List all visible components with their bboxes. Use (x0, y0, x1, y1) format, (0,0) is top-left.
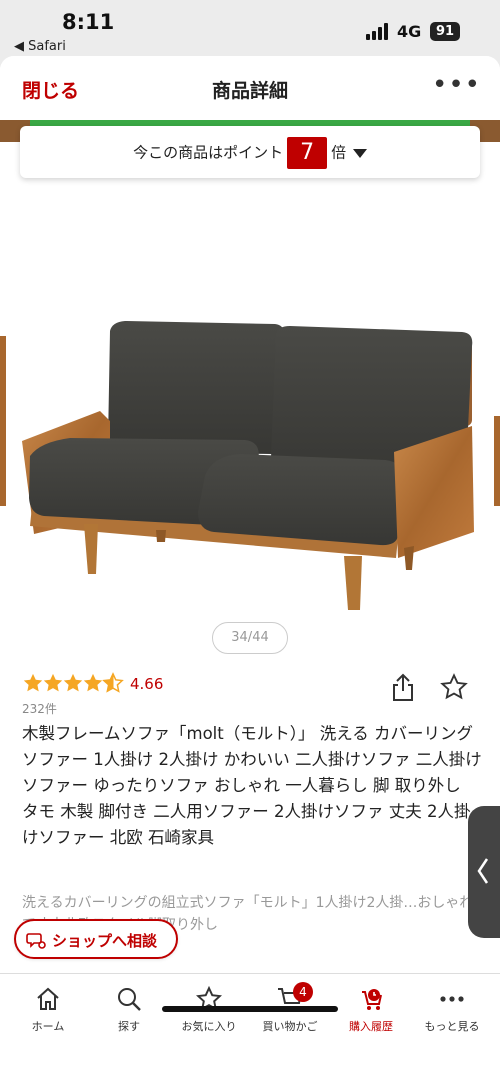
status-bar: 8:11 ◀ Safari 4G 91 (0, 0, 500, 56)
side-drawer-tab[interactable] (468, 806, 500, 938)
point-multiplier-badge: 7 (287, 137, 328, 169)
chat-icon (26, 933, 46, 949)
tab-more[interactable]: もっと見る (411, 982, 493, 1038)
half-star-icon (102, 672, 124, 693)
more-menu-icon[interactable]: ••• (432, 70, 481, 100)
status-time: 8:11 (62, 10, 115, 34)
review-count-link[interactable]: 232件 (22, 700, 57, 717)
tab-search[interactable]: 探す (88, 982, 170, 1038)
bottom-tab-bar: ホーム 探す お気に入り 4 買い物かご 購入履歴 もっと見る (0, 973, 500, 1080)
product-title: 木製フレームソファ「molt（モルト）」 洗える カバーリング ソファー 1人掛… (22, 724, 482, 847)
favorite-star-icon[interactable] (440, 673, 468, 701)
page-title: 商品詳細 (211, 80, 288, 102)
purchase-history-icon (362, 989, 382, 1010)
tab-home[interactable]: ホーム (7, 982, 89, 1038)
shop-consult-button[interactable]: ショップへ相談 (14, 919, 178, 959)
chevron-down-icon (352, 148, 367, 158)
home-icon (37, 987, 59, 1010)
share-icon[interactable] (390, 672, 416, 702)
battery-icon: 91 (430, 22, 460, 41)
star-icon (43, 673, 63, 692)
tab-more-label: もっと見る (424, 1020, 480, 1033)
sofa-illustration (0, 321, 500, 610)
tab-purchase-history[interactable]: 購入履歴 (330, 982, 412, 1038)
point-suffix: 倍 (331, 143, 347, 162)
network-label: 4G (397, 22, 422, 41)
signal-icon (366, 23, 390, 40)
tab-home-label: ホーム (31, 1020, 65, 1033)
nav-bar: 閉じる 商品詳細 ••• (0, 56, 500, 120)
home-indicator (162, 1006, 338, 1012)
back-to-safari-link[interactable]: ◀ Safari (14, 39, 66, 54)
image-pager: 34/44 (212, 622, 288, 654)
rating-value: 4.66 (130, 675, 164, 693)
tab-search-label: 探す (118, 1020, 140, 1033)
point-prefix: 今この商品はポイント (133, 143, 284, 162)
tab-purchase-history-label: 購入履歴 (349, 1020, 393, 1033)
cart-badge: 4 (293, 982, 313, 1002)
tab-favorites-label: お気に入り (181, 1020, 237, 1033)
star-icon (63, 673, 83, 692)
product-detail-sheet: 閉じる 商品詳細 ••• 今この商品はポイント 7 倍 34/44 4.66 2… (0, 56, 500, 1080)
point-multiplier-card[interactable]: 今この商品はポイント 7 倍 (20, 126, 480, 178)
star-icon (83, 673, 103, 692)
chevron-left-icon (477, 858, 489, 884)
product-image[interactable] (0, 186, 500, 666)
shop-consult-label: ショップへ相談 (52, 932, 158, 950)
star-icon (23, 673, 43, 692)
more-icon (440, 996, 464, 1002)
search-icon (118, 988, 141, 1011)
tab-cart-label: 買い物かご (262, 1020, 318, 1033)
